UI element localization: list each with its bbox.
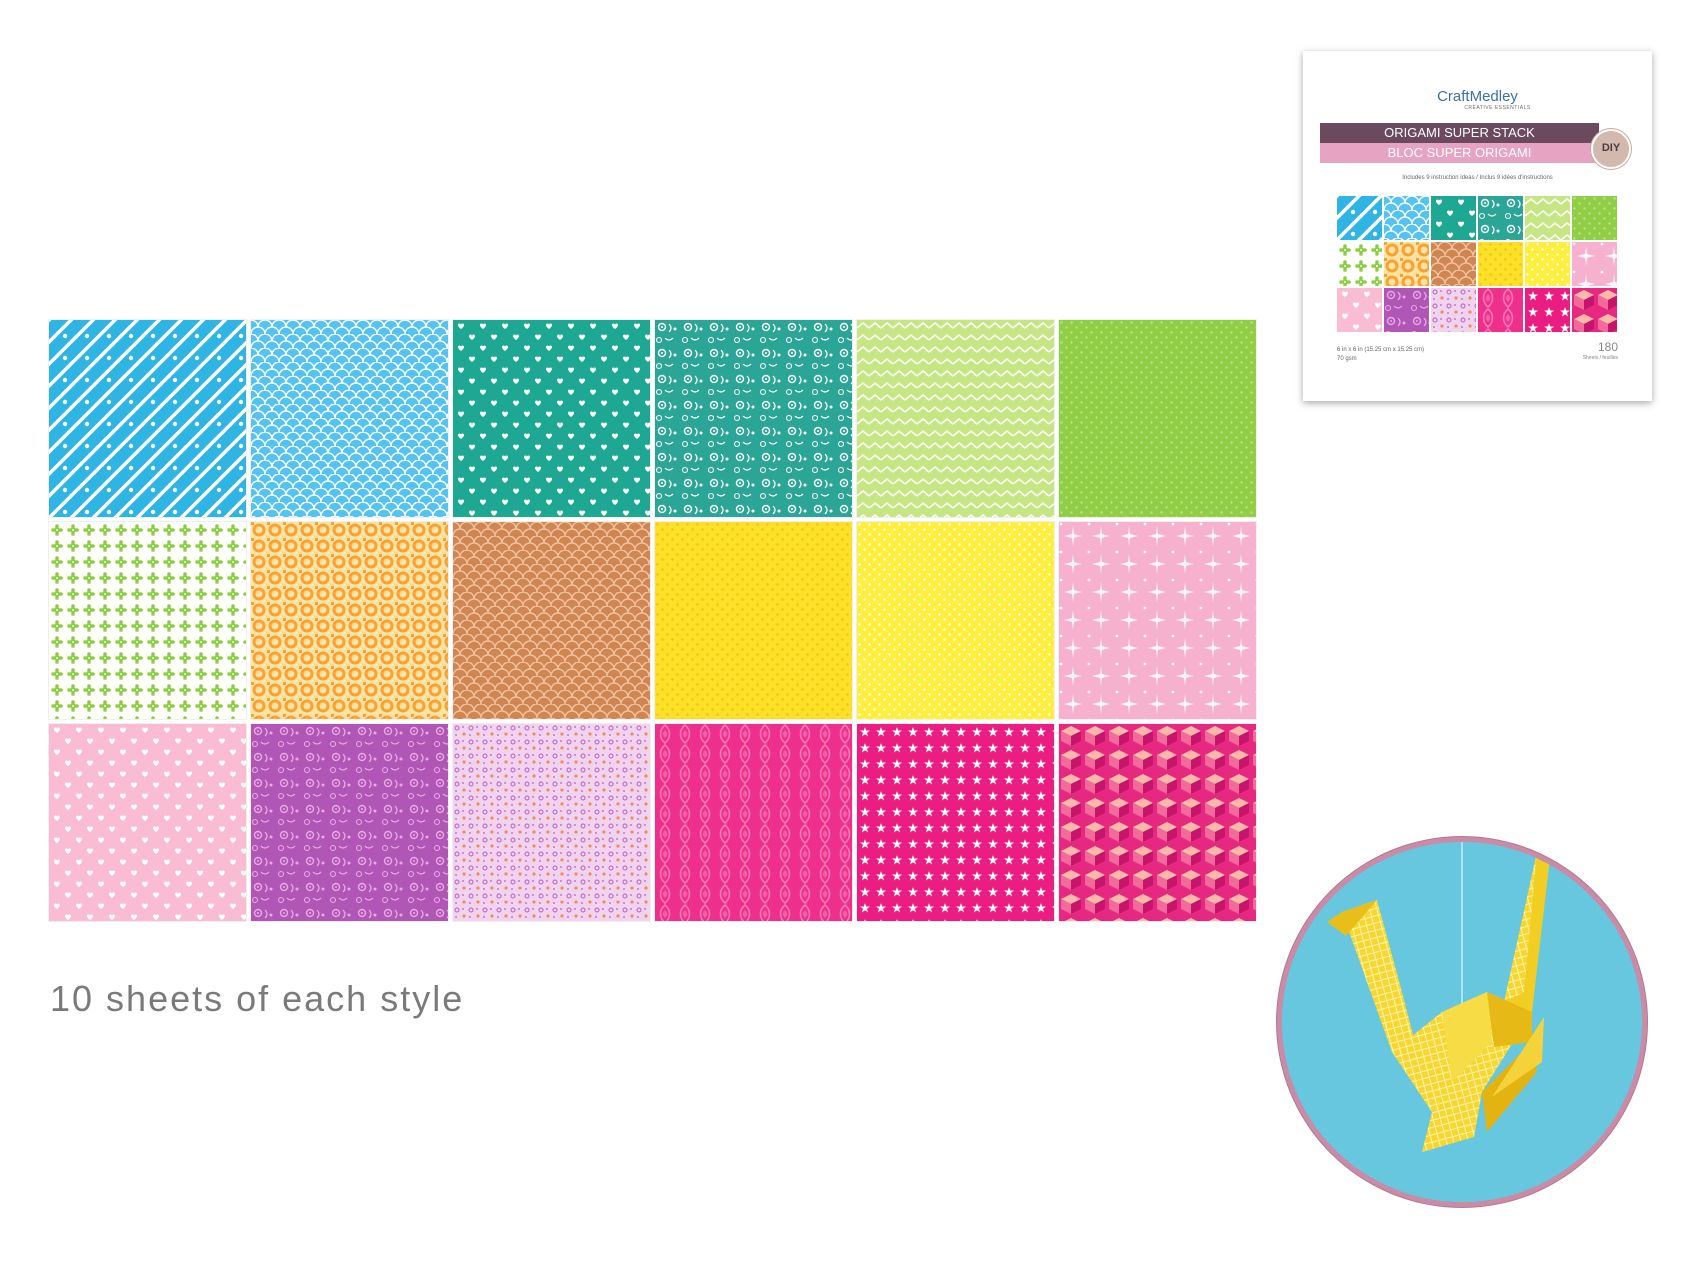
mini-pattern-scales	[1384, 196, 1429, 240]
mini-pattern-floral	[1478, 196, 1523, 240]
mini-swatch	[1478, 288, 1523, 332]
size-dimensions: 6 in x 6 in (15.25 cm x 15.25 cm)	[1337, 347, 1425, 353]
mini-pattern-grid-flowers	[1337, 242, 1382, 286]
brand-logo: CraftMedley	[1437, 88, 1518, 105]
brand-tagline: CREATIVE ESSENTIALS	[1464, 105, 1531, 111]
paper-swatch	[49, 724, 246, 921]
mini-pattern-diagonal-stripes-dots	[1337, 196, 1382, 240]
mini-pattern-dots	[1525, 242, 1570, 286]
paper-swatch	[49, 522, 246, 719]
mini-pattern-floral	[1384, 288, 1429, 332]
paper-swatch	[655, 724, 852, 921]
paper-pattern-scales	[251, 320, 448, 517]
paper-pattern-ogee	[655, 724, 852, 921]
paper-swatch	[655, 320, 852, 517]
mini-swatch	[1572, 242, 1617, 286]
mini-pattern-ditsy	[1431, 288, 1476, 332]
mini-pattern-dots	[1572, 196, 1617, 240]
mini-pattern-cubes	[1572, 288, 1617, 332]
mini-swatch	[1384, 196, 1429, 240]
mini-pattern-hearts	[1337, 288, 1382, 332]
mini-swatch	[1572, 196, 1617, 240]
paper-pattern-cubes	[1059, 724, 1256, 921]
sheet-count: 180 Sheets / feuilles	[1582, 340, 1618, 364]
origami-crane-photo	[1282, 842, 1642, 1202]
crane-image	[1282, 842, 1642, 1202]
paper-pattern-stars	[857, 724, 1054, 921]
paper-swatch	[251, 522, 448, 719]
mini-pattern-quatrefoil	[1384, 242, 1429, 286]
diy-badge: DIY	[1591, 129, 1631, 169]
mini-swatch	[1525, 242, 1570, 286]
mini-swatch	[1337, 242, 1382, 286]
paper-swatch	[453, 320, 650, 517]
mini-swatch	[1337, 288, 1382, 332]
mini-pattern-stars	[1525, 288, 1570, 332]
caption: 10 sheets of each style	[50, 978, 465, 1019]
paper-swatch	[251, 320, 448, 517]
title-fr: BLOC SUPER ORIGAMI	[1320, 143, 1599, 163]
mini-pattern-dots	[1478, 242, 1523, 286]
mini-swatch	[1384, 242, 1429, 286]
sheet-count-unit: Sheets / feuilles	[1582, 355, 1618, 361]
mini-swatch	[1478, 242, 1523, 286]
paper-pattern-floral	[251, 724, 448, 921]
paper-swatch	[49, 320, 246, 517]
swatch-grid	[49, 320, 1256, 921]
paper-pattern-grid-flowers	[49, 522, 246, 719]
mini-pattern-starburst	[1572, 242, 1617, 286]
paper-pattern-starburst	[1059, 522, 1256, 719]
mini-swatch	[1337, 196, 1382, 240]
mini-swatch	[1478, 196, 1523, 240]
title-en: ORIGAMI SUPER STACK	[1320, 123, 1599, 143]
mini-pattern-chevron	[1525, 196, 1570, 240]
mini-pattern-ogee	[1478, 288, 1523, 332]
mini-swatch	[1525, 196, 1570, 240]
mini-swatch	[1431, 242, 1476, 286]
product-package: CraftMedley CREATIVE ESSENTIALS ORIGAMI …	[1303, 51, 1652, 401]
paper-pattern-diagonal-stripes-dots	[49, 320, 246, 517]
paper-pattern-scales	[453, 522, 650, 719]
paper-pattern-dots	[857, 522, 1054, 719]
paper-pattern-chevron	[857, 320, 1054, 517]
mini-swatch	[1431, 196, 1476, 240]
size-info: 6 in x 6 in (15.25 cm x 15.25 cm) 70 gsm	[1337, 346, 1424, 364]
paper-swatch	[453, 724, 650, 921]
paper-pattern-ditsy	[453, 724, 650, 921]
includes-text: Includes 9 instruction ideas / Inclus 9 …	[1402, 175, 1553, 181]
paper-pattern-dots	[655, 522, 852, 719]
paper-swatch	[1059, 522, 1256, 719]
mini-swatch	[1384, 288, 1429, 332]
size-weight: 70 gsm	[1337, 356, 1357, 362]
paper-pattern-hearts	[49, 724, 246, 921]
paper-swatch	[857, 320, 1054, 517]
paper-swatch	[857, 724, 1054, 921]
paper-swatch	[1059, 724, 1256, 921]
paper-pattern-quatrefoil	[251, 522, 448, 719]
package-swatch-grid	[1337, 196, 1617, 332]
paper-swatch	[251, 724, 448, 921]
paper-swatch	[453, 522, 650, 719]
paper-pattern-floral	[655, 320, 852, 517]
mini-pattern-scales	[1431, 242, 1476, 286]
paper-swatch	[655, 522, 852, 719]
paper-swatch	[857, 522, 1054, 719]
paper-pattern-hearts	[453, 320, 650, 517]
paper-swatch	[1059, 320, 1256, 517]
mini-swatch	[1572, 288, 1617, 332]
mini-swatch	[1525, 288, 1570, 332]
sheet-count-number: 180	[1597, 340, 1618, 354]
paper-pattern-dots	[1059, 320, 1256, 517]
mini-pattern-hearts	[1431, 196, 1476, 240]
mini-swatch	[1431, 288, 1476, 332]
